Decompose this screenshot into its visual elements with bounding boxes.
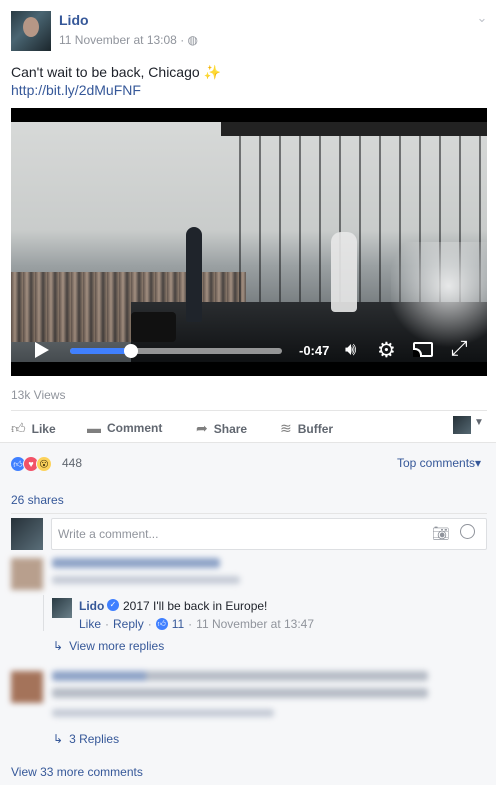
caret-down-icon: ▾	[475, 456, 482, 470]
globe-icon: · ◍	[180, 33, 199, 47]
reaction-icons[interactable]: 👍︎ ♥ 😮︎	[10, 456, 52, 472]
top-comments-label: Top comments	[397, 456, 476, 470]
separator: ·	[147, 617, 152, 631]
current-user-avatar	[11, 518, 43, 550]
comment-input[interactable]	[58, 527, 418, 541]
reply-timestamp[interactable]: 11 November at 13:47	[196, 617, 314, 631]
comment-meta-blurred	[52, 709, 274, 717]
like-label: Like	[31, 421, 56, 436]
reply-text: 2017 I'll be back in Europe!	[123, 599, 268, 613]
caret-down-icon[interactable]: ▼	[474, 417, 484, 428]
cast-icon[interactable]	[413, 342, 433, 357]
camera-icon[interactable]: 📷︎	[432, 525, 450, 542]
shares-count-link[interactable]: 26 shares	[11, 493, 64, 507]
post-link[interactable]: http://bit.ly/2dMuFNF	[11, 82, 141, 98]
comment-icon: ▬	[87, 420, 101, 436]
play-icon[interactable]	[35, 342, 49, 358]
view-more-replies-link[interactable]: ↳ View more replies	[53, 639, 164, 653]
reply-like-count[interactable]: 11	[172, 617, 184, 631]
time-remaining: -0:47	[299, 343, 330, 358]
reply-avatar[interactable]	[52, 598, 72, 618]
comment-label: Comment	[107, 421, 163, 435]
comment-meta-blurred	[52, 576, 240, 584]
thumbs-up-icon: 👍︎	[11, 420, 26, 436]
buffer-stack-icon: ≋	[280, 420, 292, 436]
divider	[11, 513, 487, 514]
verified-badge-icon: ✓	[107, 599, 119, 611]
video-truss	[221, 122, 487, 136]
view-count: 13k Views	[11, 388, 66, 402]
like-reaction-icon: 👍︎	[155, 618, 168, 630]
timestamp-text[interactable]: 11 November at 13:08	[59, 33, 177, 47]
video-controls: -0:47 🔊︎ ⚙ ⤢	[11, 334, 487, 364]
share-button[interactable]: ➦ Share	[196, 420, 247, 437]
divider	[11, 410, 487, 411]
comment-avatar[interactable]	[11, 671, 43, 703]
reply-arrow-icon: ↳	[53, 639, 64, 653]
comment-text-blurred	[52, 558, 220, 568]
separator: ·	[105, 617, 110, 631]
comment-avatar[interactable]	[11, 558, 43, 590]
reply-meta: Like · Reply · 👍︎ 11 · 11 November at 13…	[79, 617, 314, 631]
volume-icon[interactable]: 🔊︎	[345, 339, 356, 360]
share-arrow-icon: ➦	[196, 420, 208, 436]
buffer-button[interactable]: ≋ Buffer	[280, 420, 333, 437]
separator: ·	[188, 617, 193, 631]
video-frame	[11, 122, 487, 362]
wow-reaction-icon: 😮︎	[36, 456, 52, 472]
video-progress-fill	[70, 348, 132, 354]
video-drummer	[331, 232, 357, 312]
emoji-icon[interactable]	[460, 524, 475, 539]
comment-composer[interactable]: 📷︎	[51, 518, 487, 550]
view-more-comments-link[interactable]: View 33 more comments	[11, 765, 143, 779]
replies-link[interactable]: ↳ 3 Replies	[53, 732, 119, 746]
buffer-label: Buffer	[297, 421, 334, 436]
comment-text-blurred	[52, 688, 428, 698]
reaction-count[interactable]: 448	[62, 456, 82, 470]
fullscreen-icon[interactable]: ⤢	[451, 337, 468, 361]
gear-icon[interactable]: ⚙	[377, 338, 396, 363]
reply-reply-link[interactable]: Reply	[113, 617, 144, 631]
comment-text-blurred	[52, 671, 428, 681]
comments-section: 👍︎ ♥ 😮︎ 448 Top comments▾ 26 shares 📷︎ L…	[0, 442, 496, 785]
like-button[interactable]: 👍︎ Like	[11, 420, 56, 437]
reply-thread-line	[43, 595, 44, 631]
share-label: Share	[213, 421, 248, 436]
post-timestamp[interactable]: 11 November at 13:08 · ◍	[59, 33, 198, 47]
author-avatar[interactable]	[11, 11, 51, 51]
share-as-avatar[interactable]	[453, 416, 471, 434]
view-more-replies-label: View more replies	[69, 639, 165, 653]
post-text: Can't wait to be back, Chicago ✨	[11, 64, 221, 80]
video-player[interactable]: -0:47 🔊︎ ⚙ ⤢	[11, 108, 487, 376]
reply-author-link[interactable]: Lido	[79, 599, 104, 613]
video-scrubber[interactable]	[70, 344, 282, 358]
scrubber-handle[interactable]	[124, 344, 139, 358]
author-name-link[interactable]: Lido	[59, 12, 89, 28]
comment-button[interactable]: ▬ Comment	[87, 420, 162, 436]
reply-like-link[interactable]: Like	[79, 617, 101, 631]
post-options-chevron-icon[interactable]: ⌄	[472, 10, 492, 25]
reply-arrow-icon: ↳	[53, 732, 64, 746]
replies-label: 3 Replies	[69, 732, 120, 746]
video-performer	[186, 227, 202, 322]
top-comments-dropdown[interactable]: Top comments▾	[397, 456, 481, 470]
